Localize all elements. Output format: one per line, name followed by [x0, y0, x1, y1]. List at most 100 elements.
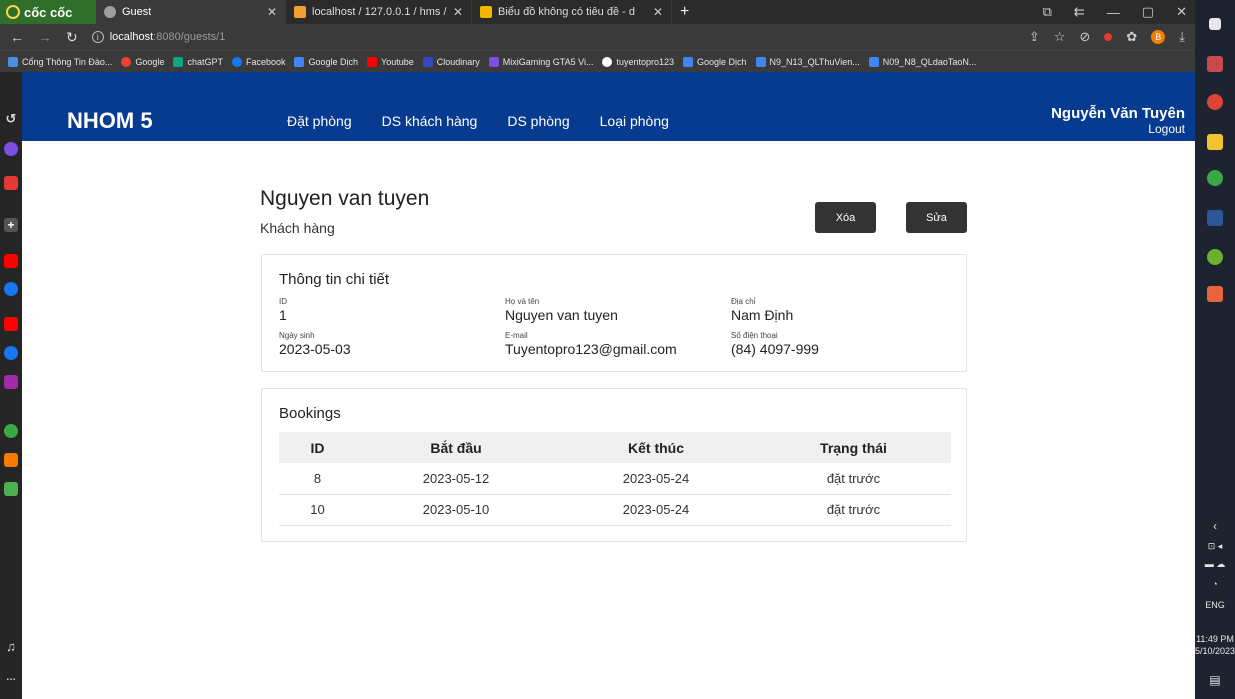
- tab-title: Biểu đồ không có tiêu đề - d: [498, 6, 635, 18]
- bookmark-label: Cloudinary: [436, 56, 480, 67]
- bookmark-item[interactable]: Google: [121, 56, 164, 67]
- close-window-icon[interactable]: ✕: [1176, 4, 1187, 20]
- back-forward-icon[interactable]: ⇇: [1074, 4, 1085, 20]
- maximize-icon[interactable]: ▢: [1142, 4, 1154, 20]
- app-icon[interactable]: [1207, 56, 1223, 72]
- nav-link-guests[interactable]: DS khách hàng: [382, 113, 478, 129]
- nav-user: Nguyễn Văn Tuyên Logout: [1051, 105, 1185, 136]
- network-icon[interactable]: ⊡ ◂: [1195, 540, 1235, 552]
- nav-link-booking[interactable]: Đặt phòng: [287, 113, 352, 129]
- delete-button[interactable]: Xóa: [815, 202, 876, 233]
- docs-icon: [755, 56, 766, 67]
- browser-brand[interactable]: cốc cốc: [0, 0, 96, 24]
- bookmark-label: chatGPT: [187, 56, 223, 67]
- bookmark-item[interactable]: Cloudinary: [422, 56, 480, 67]
- chrome-icon[interactable]: [1207, 94, 1223, 110]
- chevron-left-icon[interactable]: ‹: [1195, 520, 1235, 532]
- youtube-icon[interactable]: [4, 254, 18, 268]
- cell-start: 2023-05-10: [356, 494, 556, 526]
- adblock-icon[interactable]: ⊘: [1079, 29, 1090, 45]
- browser-sidebar: ↺ + ♫ …: [0, 72, 22, 699]
- bookmark-label: N09_N8_QLdaoTaoN...: [882, 56, 977, 67]
- coccoc-game-icon[interactable]: [4, 424, 18, 438]
- bookmark-item[interactable]: tuyentopro123: [602, 56, 674, 67]
- bookmark-item[interactable]: Cổng Thông Tin Đào...: [8, 56, 112, 67]
- minecraft-icon[interactable]: [4, 482, 18, 496]
- table-row[interactable]: 8 2023-05-12 2023-05-24 đặt trước: [279, 463, 951, 495]
- cloud-icon[interactable]: ▬ ☁: [1195, 558, 1235, 570]
- app-icon[interactable]: [1207, 286, 1223, 302]
- record-icon[interactable]: [1104, 33, 1113, 41]
- bookmark-item[interactable]: N09_N8_QLdaoTaoN...: [868, 56, 977, 67]
- bookmark-item[interactable]: Facebook: [231, 56, 286, 67]
- url-field[interactable]: i localhost:8080/guests/1: [91, 31, 225, 43]
- app-icon[interactable]: [4, 375, 18, 389]
- bookmark-item[interactable]: N9_N13_QLThuVien...: [755, 56, 860, 67]
- bookmark-item[interactable]: Google Dịch: [294, 56, 358, 67]
- nav-link-rooms[interactable]: DS phòng: [507, 113, 569, 129]
- bell-icon[interactable]: ♫: [4, 639, 18, 654]
- edit-button[interactable]: Sửa: [906, 202, 967, 233]
- close-tab-icon[interactable]: ✕: [653, 5, 663, 19]
- wifi-icon[interactable]: ◔: [1195, 578, 1235, 590]
- shopping-icon[interactable]: [4, 453, 18, 467]
- word-icon[interactable]: [1207, 210, 1223, 226]
- field-address: Địa chỉ Nam Định: [731, 297, 793, 323]
- file-explorer-icon[interactable]: [1207, 134, 1223, 150]
- notification-icon[interactable]: ▤: [1195, 674, 1235, 686]
- app-icon[interactable]: [1207, 249, 1223, 265]
- download-icon[interactable]: ⤓: [1179, 29, 1185, 45]
- tab-chart[interactable]: Biểu đồ không có tiêu đề - d ✕: [472, 0, 672, 24]
- tab-phpmyadmin[interactable]: localhost / 127.0.0.1 / hms / ✕: [286, 0, 472, 24]
- logout-link[interactable]: Logout: [1051, 122, 1185, 136]
- cast-icon[interactable]: ⧉: [1043, 4, 1052, 20]
- field-label: Số điện thoại: [731, 331, 778, 340]
- youtube-icon[interactable]: [4, 317, 18, 331]
- bookmark-label: Facebook: [245, 56, 286, 67]
- share-icon[interactable]: ⇪: [1029, 29, 1040, 45]
- bookmark-label: Google Dịch: [697, 56, 747, 67]
- table-row[interactable]: 10 2023-05-10 2023-05-24 đặt trước: [279, 494, 951, 526]
- bookings-table: ID Bắt đầu Kết thúc Trạng thái 8 2023-05…: [279, 432, 951, 526]
- coccoc-logo-icon: [6, 5, 20, 19]
- minimize-icon[interactable]: —: [1107, 5, 1120, 20]
- add-icon[interactable]: +: [4, 218, 18, 232]
- nav-link-room-types[interactable]: Loại phòng: [600, 113, 669, 129]
- language-indicator[interactable]: ENG: [1195, 599, 1235, 611]
- field-value: (84) 4097-999: [731, 341, 819, 357]
- globe-icon: [104, 6, 116, 18]
- field-value: Nam Định: [731, 307, 794, 323]
- windows-start-icon[interactable]: [1209, 18, 1221, 30]
- more-icon[interactable]: …: [4, 670, 18, 684]
- tab-guest[interactable]: Guest ✕: [96, 0, 286, 24]
- history-icon[interactable]: ↺: [4, 111, 18, 126]
- app-icon[interactable]: [4, 176, 18, 190]
- facebook-icon: [231, 56, 242, 67]
- profile-avatar[interactable]: B: [1151, 30, 1166, 44]
- star-icon[interactable]: ☆: [1054, 29, 1066, 45]
- windows-taskbar: ‹ ⊡ ◂ ▬ ☁ ◔ ENG 11:49 PM 5/10/2023 ▤: [1195, 0, 1235, 699]
- extensions-icon[interactable]: ✿: [1126, 29, 1137, 45]
- reload-icon[interactable]: ↻: [66, 29, 78, 46]
- clock-time[interactable]: 11:49 PM: [1195, 633, 1235, 645]
- coccoc-icon[interactable]: [1207, 170, 1223, 186]
- bookmark-item[interactable]: Google Dịch: [683, 56, 747, 67]
- bookmark-item[interactable]: Youtube: [367, 56, 414, 67]
- close-tab-icon[interactable]: ✕: [267, 5, 277, 19]
- facebook-icon[interactable]: [4, 346, 18, 360]
- bookmark-item[interactable]: chatGPT: [173, 56, 223, 67]
- back-icon[interactable]: ←: [10, 29, 24, 45]
- new-tab-icon[interactable]: +: [672, 3, 697, 21]
- clock-date[interactable]: 5/10/2023: [1195, 645, 1235, 657]
- bookmark-item[interactable]: MixiGaming GTA5 Vi...: [488, 56, 593, 67]
- field-email: E-mail Tuyentopro123@gmail.com: [505, 331, 677, 357]
- column-header-status: Trạng thái: [756, 432, 951, 463]
- messenger-icon[interactable]: [4, 142, 18, 156]
- navbar-brand[interactable]: NHOM 5: [67, 108, 153, 134]
- forward-icon[interactable]: →: [38, 29, 52, 45]
- field-label: Họ và tên: [505, 297, 540, 306]
- close-tab-icon[interactable]: ✕: [453, 5, 463, 19]
- field-id: ID 1: [279, 297, 287, 323]
- facebook-icon[interactable]: [4, 282, 18, 296]
- field-value: Nguyen van tuyen: [505, 307, 618, 323]
